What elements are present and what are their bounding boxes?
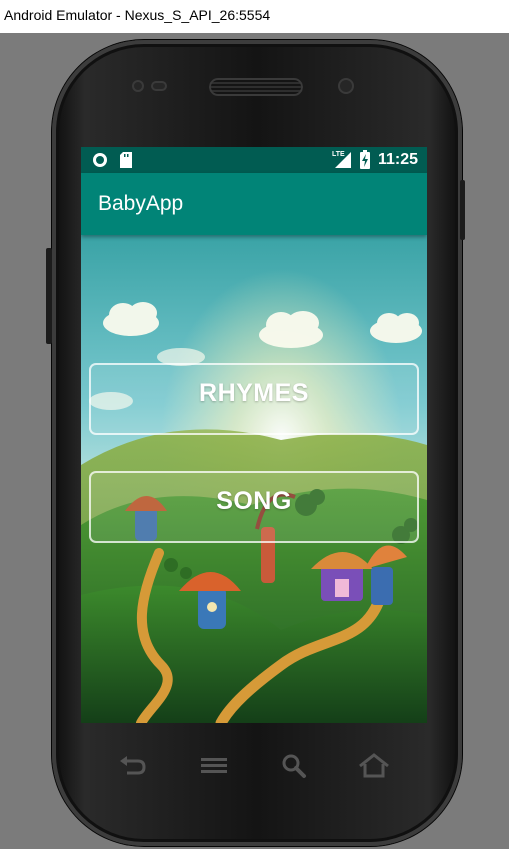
home-icon[interactable] — [358, 752, 390, 780]
app-bar: BabyApp — [81, 173, 427, 235]
search-icon[interactable] — [280, 752, 308, 780]
status-bar: LTE 11:25 — [81, 147, 427, 173]
song-button[interactable]: SONG — [89, 471, 419, 543]
battery-charging-icon — [360, 150, 370, 169]
front-camera-icon — [338, 78, 354, 94]
back-icon[interactable] — [118, 752, 148, 780]
menu-icon[interactable] — [199, 752, 229, 780]
emulator-window-title: Android Emulator - Nexus_S_API_26:5554 — [4, 7, 271, 23]
power-button[interactable] — [460, 180, 465, 240]
status-time: 11:25 — [377, 151, 418, 168]
device-screen: LTE 11:25 BabyApp RHYMES SONG — [81, 147, 427, 723]
sensor-icon — [132, 80, 144, 92]
signal-icon — [335, 152, 351, 168]
emulator-title-bar: Android Emulator - Nexus_S_API_26:5554 — [0, 0, 509, 33]
app-title: BabyApp — [98, 192, 184, 215]
speaker-grille — [209, 78, 303, 96]
sd-card-icon — [120, 152, 132, 168]
rhymes-button[interactable]: RHYMES — [89, 363, 419, 435]
volume-button[interactable] — [46, 248, 52, 344]
sync-circle-icon — [93, 153, 107, 167]
main-content: RHYMES SONG — [81, 235, 427, 723]
sensor-icon — [151, 81, 167, 91]
